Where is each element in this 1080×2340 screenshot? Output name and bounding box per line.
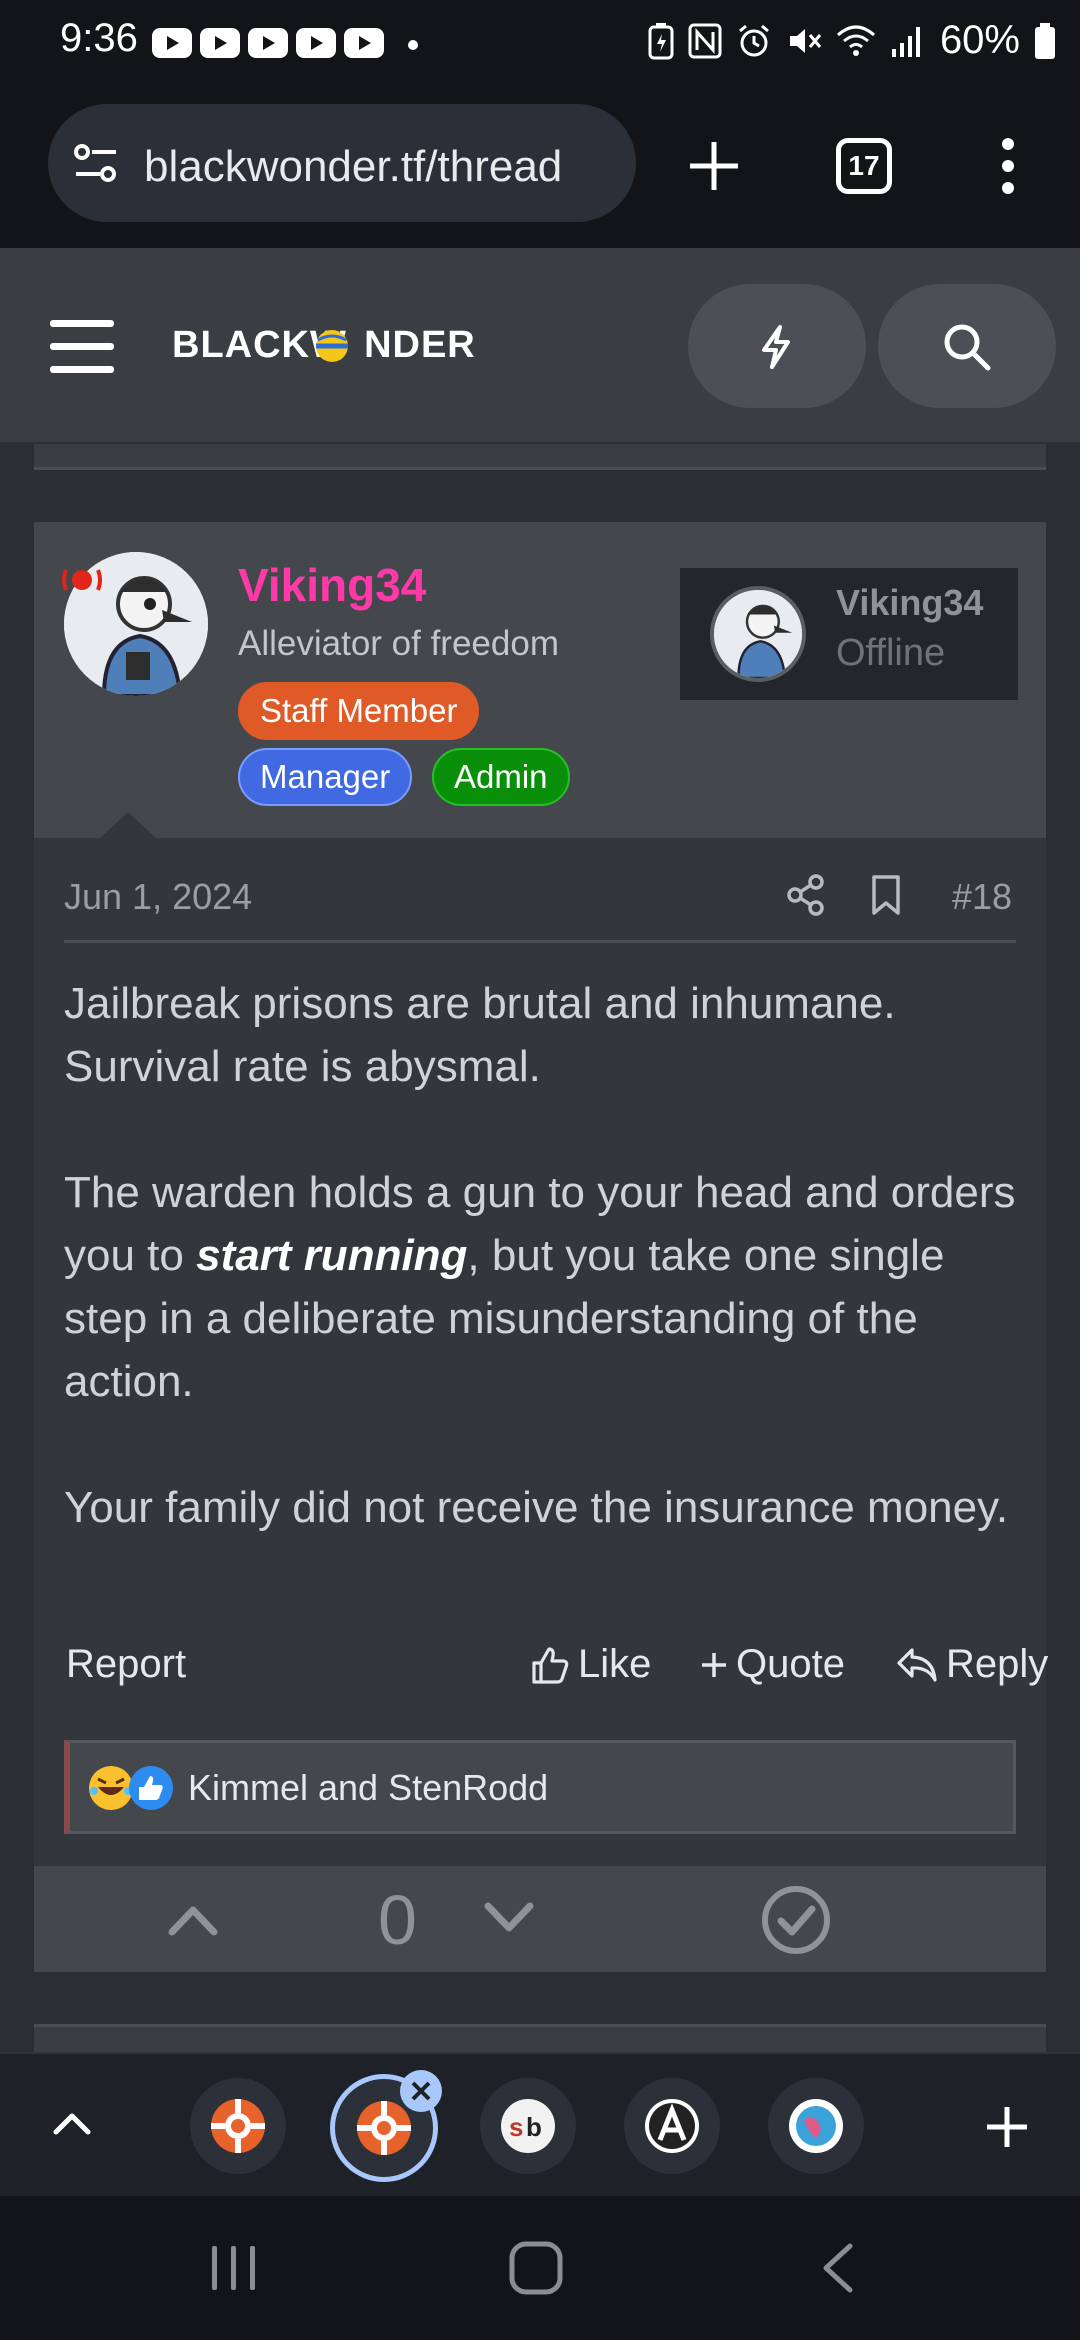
downvote-icon[interactable] xyxy=(484,1892,534,1942)
post-date[interactable]: Jun 1, 2024 xyxy=(64,876,252,918)
site-settings-icon[interactable] xyxy=(72,142,120,186)
reply-icon xyxy=(897,1647,937,1682)
battery-saver-icon xyxy=(648,22,674,59)
bookmark-icon[interactable] xyxy=(870,874,902,916)
post-paragraph: The warden holds a gun to your head and … xyxy=(64,1161,1024,1413)
add-tab-icon[interactable] xyxy=(984,2104,1030,2150)
youtube-icon xyxy=(152,28,192,58)
status-time: 9:36 xyxy=(60,16,138,60)
post-body: Jailbreak prisons are brutal and inhuman… xyxy=(64,972,1024,1602)
tab-favicon[interactable] xyxy=(768,2078,864,2174)
admin-badge: Admin xyxy=(432,748,570,806)
alarm-icon xyxy=(738,24,769,56)
post-paragraph: Jailbreak prisons are brutal and inhuman… xyxy=(64,979,896,1091)
sourcebans-logo-icon: sb xyxy=(501,2099,555,2153)
signal-icon xyxy=(891,26,920,57)
logo-globe-icon xyxy=(316,330,348,362)
post-divider xyxy=(64,940,1016,943)
reactions-text[interactable]: Kimmel and StenRodd xyxy=(188,1767,548,1809)
reactions-bar[interactable]: Kimmel and StenRodd xyxy=(64,1740,1016,1834)
close-tab-button[interactable] xyxy=(400,2070,442,2112)
report-button[interactable]: Report xyxy=(66,1642,186,1687)
notification-icons xyxy=(152,28,384,58)
svg-text:s: s xyxy=(509,2112,523,2142)
quote-button[interactable]: Quote xyxy=(700,1642,845,1687)
manager-badge: Manager xyxy=(238,748,413,806)
hamburger-menu-icon[interactable] xyxy=(50,318,114,374)
battery-percent: 60% xyxy=(939,18,1020,62)
url-text[interactable]: blackwonder.tf/thread xyxy=(144,142,624,192)
report-label: Report xyxy=(66,1642,187,1686)
youtube-icon xyxy=(296,28,336,58)
user-card[interactable]: Viking34 Offline xyxy=(680,568,1018,700)
address-bar[interactable]: blackwonder.tf/thread xyxy=(48,104,636,222)
online-indicator-icon xyxy=(62,569,102,591)
vote-score: 0 xyxy=(378,1881,417,1959)
like-button[interactable]: Like xyxy=(530,1642,651,1687)
site-header: BLACKW NDER xyxy=(0,248,1080,444)
status-bar: 9:36 60% xyxy=(0,0,1080,92)
vote-bar: 0 xyxy=(34,1866,1046,1972)
dot-icon xyxy=(408,40,418,50)
thumbs-up-emoji xyxy=(129,1766,173,1810)
thumbs-up-icon xyxy=(532,1646,569,1684)
a-logo-icon xyxy=(645,2099,699,2153)
previous-post-edge xyxy=(34,444,1046,470)
home-icon[interactable] xyxy=(508,2240,564,2296)
like-label: Like xyxy=(578,1642,652,1686)
tab-favicon[interactable] xyxy=(624,2078,720,2174)
collapse-tabs-icon[interactable] xyxy=(52,2108,92,2138)
user-card-status: Offline xyxy=(836,632,946,674)
tf2-logo-icon xyxy=(357,2101,411,2155)
battery-icon xyxy=(1035,22,1055,59)
nfc-icon xyxy=(688,23,722,58)
youtube-icon xyxy=(200,28,240,58)
user-card-avatar xyxy=(710,586,806,682)
staff-member-badge: Staff Member xyxy=(238,682,480,740)
share-icon[interactable] xyxy=(786,874,826,916)
new-tab-icon[interactable] xyxy=(686,138,742,194)
tab-strip: sb xyxy=(0,2052,1080,2196)
search-icon xyxy=(944,324,991,371)
user-title: Alleviator of freedom xyxy=(238,624,559,663)
next-post-edge xyxy=(34,2024,1046,2054)
tf2-logo-icon xyxy=(211,2099,265,2153)
user-card-name: Viking34 xyxy=(836,582,984,623)
close-icon xyxy=(411,2081,431,2101)
tab-switcher-button[interactable]: 17 xyxy=(836,138,892,194)
search-button[interactable] xyxy=(878,284,1056,408)
reply-button[interactable]: Reply xyxy=(896,1642,1048,1687)
post-number[interactable]: #18 xyxy=(952,876,1012,918)
reply-label: Reply xyxy=(946,1642,1049,1686)
post-paragraph: Your family did not receive the insuranc… xyxy=(64,1483,1009,1532)
user-block-pointer xyxy=(98,812,158,840)
globe-logo-icon xyxy=(789,2099,843,2153)
post-emphasis: start running xyxy=(196,1231,468,1280)
post-username[interactable]: Viking34 xyxy=(238,558,426,612)
youtube-icon xyxy=(248,28,288,58)
tab-favicon[interactable]: sb xyxy=(480,2078,576,2174)
mute-icon xyxy=(789,28,822,53)
plus-icon xyxy=(702,1652,726,1677)
system-icons: 60% xyxy=(648,18,1056,63)
browser-toolbar: blackwonder.tf/thread 17 xyxy=(0,92,1080,248)
more-menu-icon[interactable] xyxy=(998,136,1018,196)
svg-text:b: b xyxy=(526,2112,542,2142)
post-actions: Report Like Quote Reply xyxy=(64,1642,1048,1702)
wifi-icon xyxy=(836,25,875,56)
youtube-icon xyxy=(344,28,384,58)
tab-favicon[interactable] xyxy=(190,2078,286,2174)
mark-solution-icon[interactable] xyxy=(760,1884,832,1956)
back-icon[interactable] xyxy=(820,2242,856,2294)
forum-post: Viking34 Alleviator of freedom Staff Mem… xyxy=(34,522,1048,1972)
upvote-icon[interactable] xyxy=(168,1896,218,1946)
post-user-block: Viking34 Alleviator of freedom Staff Mem… xyxy=(34,522,1046,840)
whats-new-button[interactable] xyxy=(688,284,866,408)
lightning-icon xyxy=(762,325,790,369)
recent-apps-icon[interactable] xyxy=(208,2242,260,2294)
quote-label: Quote xyxy=(736,1642,845,1686)
system-navigation-bar xyxy=(0,2196,1080,2340)
